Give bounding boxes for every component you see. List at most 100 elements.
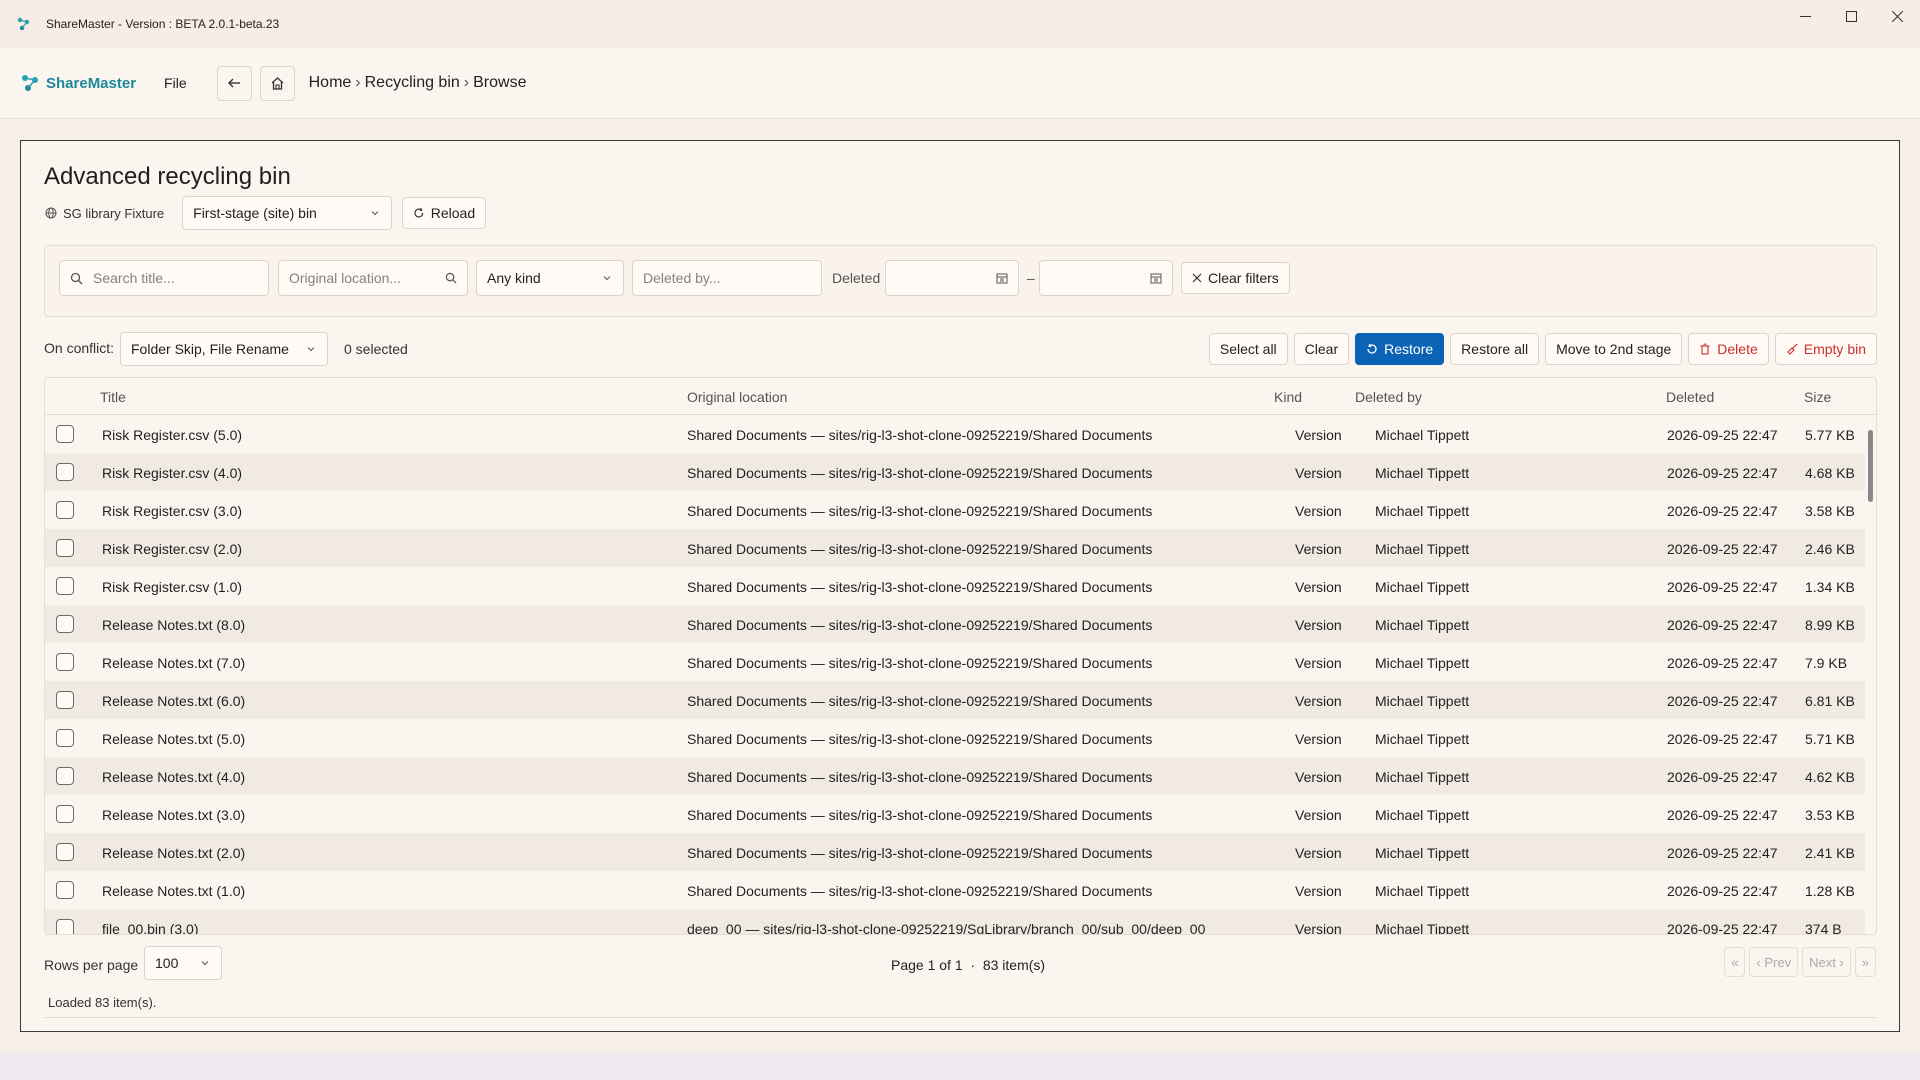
col-original-location[interactable]: Original location — [687, 389, 787, 405]
table-row[interactable]: Release Notes.txt (3.0) Shared Documents … — [45, 795, 1865, 833]
first-page-button[interactable]: « — [1724, 947, 1746, 977]
cell-original-location: Shared Documents — sites/rig-l3-shot-clo… — [687, 465, 1153, 481]
table-row[interactable]: Release Notes.txt (1.0) Shared Documents … — [45, 871, 1865, 909]
table-row[interactable]: Release Notes.txt (4.0) Shared Documents … — [45, 757, 1865, 795]
col-deleted[interactable]: Deleted — [1666, 389, 1714, 405]
restore-icon — [1367, 343, 1377, 354]
table-row[interactable]: Risk Register.csv (5.0) Shared Documents … — [45, 415, 1865, 453]
breadcrumb-home[interactable]: Home — [309, 74, 352, 92]
row-checkbox[interactable] — [56, 691, 74, 709]
table-row[interactable]: Release Notes.txt (5.0) Shared Documents … — [45, 719, 1865, 757]
cell-title: file_00.bin (3.0) — [102, 921, 199, 935]
page-title: Advanced recycling bin — [44, 163, 291, 190]
table-row[interactable]: Risk Register.csv (2.0) Shared Documents … — [45, 529, 1865, 567]
kind-value: Any kind — [487, 270, 541, 286]
cell-title: Risk Register.csv (5.0) — [102, 427, 243, 443]
table-row[interactable]: Release Notes.txt (8.0) Shared Documents … — [45, 605, 1865, 643]
filter-bar: Search title... Original location... Any… — [44, 245, 1877, 317]
prev-page-button[interactable]: ‹ Prev — [1749, 947, 1799, 977]
sharemaster-logo-icon — [22, 75, 38, 91]
deleted-label: Deleted — [832, 270, 881, 286]
clear-selection-label: Clear — [1304, 341, 1339, 357]
minimize-icon — [1799, 15, 1811, 17]
cell-deleted-by: Michael Tippett — [1375, 579, 1470, 595]
minimize-button[interactable] — [1782, 0, 1828, 32]
table-row[interactable]: file_00.bin (3.0) deep_00 — sites/rig-l3-… — [45, 909, 1865, 935]
deleted-from-date[interactable] — [885, 260, 1019, 296]
table-scrollbar[interactable] — [1868, 430, 1873, 502]
table-row[interactable]: Release Notes.txt (7.0) Shared Documents … — [45, 643, 1865, 681]
location-placeholder: Original location... — [289, 270, 402, 286]
col-kind[interactable]: Kind — [1274, 389, 1302, 405]
maximize-button[interactable] — [1828, 0, 1874, 32]
cell-title: Release Notes.txt (7.0) — [102, 655, 246, 671]
col-title[interactable]: Title — [100, 389, 126, 405]
table-row[interactable]: Release Notes.txt (6.0) Shared Documents … — [45, 681, 1865, 719]
row-checkbox[interactable] — [56, 501, 74, 519]
bottom-strip — [0, 1052, 1920, 1080]
bin-stage-value: First-stage (site) bin — [193, 205, 317, 221]
cell-deleted: 2026-09-25 22:47 — [1667, 655, 1778, 671]
row-checkbox[interactable] — [56, 463, 74, 481]
clear-filters-button[interactable]: Clear filters — [1181, 262, 1290, 294]
row-checkbox[interactable] — [56, 843, 74, 861]
close-window-button[interactable] — [1874, 0, 1920, 32]
menu-file[interactable]: File — [164, 75, 187, 91]
row-checkbox[interactable] — [56, 919, 74, 934]
cell-deleted: 2026-09-25 22:47 — [1667, 427, 1778, 443]
back-button[interactable] — [216, 65, 252, 101]
recycle-bin-table: Title Original location Kind Deleted by … — [44, 377, 1877, 935]
row-checkbox[interactable] — [56, 805, 74, 823]
row-checkbox[interactable] — [56, 767, 74, 785]
bin-stage-select[interactable]: First-stage (site) bin — [182, 196, 393, 230]
last-page-button[interactable]: » — [1854, 947, 1876, 977]
row-checkbox[interactable] — [56, 425, 74, 443]
table-row[interactable]: Risk Register.csv (3.0) Shared Documents … — [45, 491, 1865, 529]
table-row[interactable]: Risk Register.csv (1.0) Shared Documents … — [45, 567, 1865, 605]
select-all-button[interactable]: Select all — [1208, 333, 1288, 365]
row-checkbox[interactable] — [56, 729, 74, 747]
site-name: SG library Fixture — [63, 205, 165, 221]
restore-button[interactable]: Restore — [1355, 333, 1445, 365]
col-deleted-by[interactable]: Deleted by — [1355, 389, 1422, 405]
cell-original-location: Shared Documents — sites/rig-l3-shot-clo… — [687, 503, 1153, 519]
cell-deleted-by: Michael Tippett — [1375, 617, 1470, 633]
cell-original-location: Shared Documents — sites/rig-l3-shot-clo… — [687, 617, 1153, 633]
reload-label: Reload — [430, 205, 476, 221]
cell-title: Release Notes.txt (5.0) — [102, 731, 246, 747]
restore-all-button[interactable]: Restore all — [1450, 333, 1540, 365]
on-conflict-label: On conflict: — [44, 340, 115, 356]
row-checkbox[interactable] — [56, 539, 74, 557]
empty-bin-button[interactable]: Empty bin — [1774, 333, 1877, 365]
reload-button[interactable]: Reload — [402, 197, 487, 229]
row-checkbox[interactable] — [56, 615, 74, 633]
row-checkbox[interactable] — [56, 653, 74, 671]
status-divider — [44, 1017, 1877, 1018]
table-body: Risk Register.csv (5.0) Shared Documents … — [45, 415, 1865, 935]
deleted-by-input[interactable]: Deleted by... — [632, 260, 822, 296]
app-logo[interactable]: ShareMaster — [20, 72, 136, 94]
delete-button[interactable]: Delete — [1688, 333, 1769, 365]
col-size[interactable]: Size — [1804, 389, 1831, 405]
search-title-input[interactable]: Search title... — [59, 260, 269, 296]
conflict-select[interactable]: Folder Skip, File Rename — [120, 332, 328, 366]
site-row: SG library Fixture First-stage (site) bi… — [45, 196, 487, 230]
home-button[interactable] — [259, 65, 295, 101]
next-page-button[interactable]: Next › — [1802, 947, 1851, 977]
row-checkbox[interactable] — [56, 881, 74, 899]
cell-deleted: 2026-09-25 22:47 — [1667, 845, 1778, 861]
deleted-to-date[interactable] — [1039, 260, 1173, 296]
table-row[interactable]: Release Notes.txt (2.0) Shared Documents … — [45, 833, 1865, 871]
clear-selection-button[interactable]: Clear — [1293, 333, 1350, 365]
table-row[interactable]: Risk Register.csv (4.0) Shared Documents … — [45, 453, 1865, 491]
breadcrumb-recycling-bin[interactable]: Recycling bin — [365, 74, 460, 92]
rows-per-page-select[interactable]: 100 — [144, 946, 222, 980]
cell-title: Risk Register.csv (4.0) — [102, 465, 243, 481]
site-label: SG library Fixture — [45, 206, 164, 221]
move-to-2nd-stage-button[interactable]: Move to 2nd stage — [1545, 333, 1683, 365]
rows-per-page-value: 100 — [155, 955, 179, 971]
kind-select[interactable]: Any kind — [476, 260, 624, 296]
move-2nd-label: Move to 2nd stage — [1556, 341, 1672, 357]
row-checkbox[interactable] — [56, 577, 74, 595]
original-location-input[interactable]: Original location... — [278, 260, 468, 296]
